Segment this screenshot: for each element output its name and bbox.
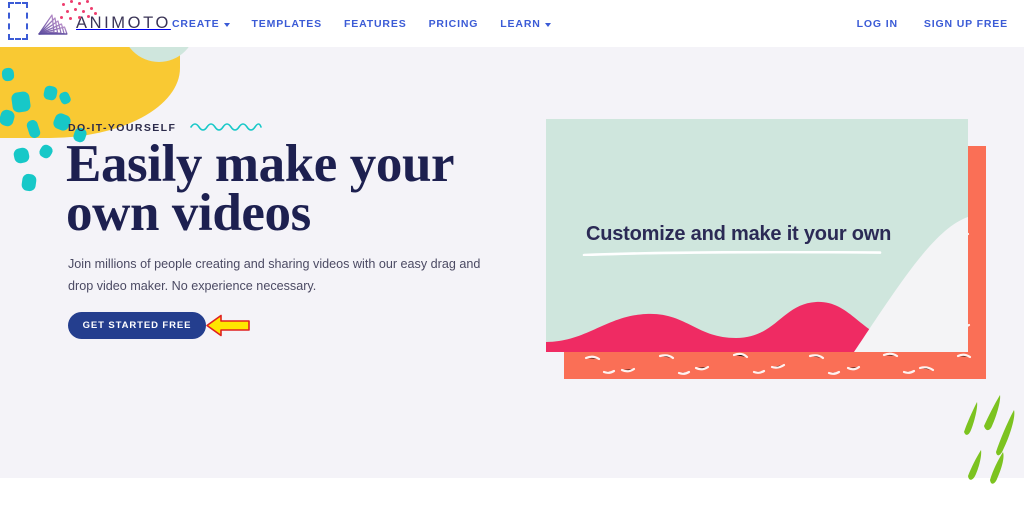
- nav-link-create[interactable]: CREATE: [172, 18, 230, 30]
- log-in-link[interactable]: LOG IN: [857, 18, 898, 30]
- hero-artwork: Customize and make it your own: [546, 119, 986, 379]
- nav-link-templates-label: TEMPLATES: [251, 17, 322, 30]
- video-preview-card[interactable]: Customize and make it your own: [546, 119, 968, 352]
- sign-up-free-link[interactable]: SIGN UP FREE: [924, 18, 1008, 30]
- nav-link-learn-label: LEARN: [500, 17, 541, 30]
- skip-link-focus-outline[interactable]: [8, 2, 28, 40]
- green-brush-strokes-decoration: [950, 390, 1024, 500]
- nav-link-pricing-label: PRICING: [428, 17, 479, 30]
- nav-link-features[interactable]: FEATURES: [344, 18, 407, 30]
- white-underline-stroke: [582, 251, 882, 256]
- nav-link-pricing[interactable]: PRICING: [429, 18, 479, 30]
- nav-link-learn[interactable]: LEARN: [500, 17, 551, 30]
- chevron-down-icon: [544, 22, 551, 27]
- animoto-logo-link[interactable]: ANIMOTO: [36, 5, 168, 41]
- account-nav-links: LOG IN SIGN UP FREE: [857, 0, 1008, 47]
- nav-link-templates[interactable]: TEMPLATES: [252, 18, 322, 30]
- annotation-arrow-icon: [204, 312, 252, 339]
- nav-link-create-label: CREATE: [172, 17, 220, 30]
- chevron-down-icon: [223, 22, 230, 27]
- primary-nav-links: CREATE TEMPLATES FEATURES PRICING LEARN: [172, 0, 551, 47]
- page-root: ANIMOTO CREATE TEMPLATES FEATURES PRICIN…: [0, 0, 1024, 515]
- hero-eyebrow-label: DO-IT-YOURSELF: [68, 122, 177, 134]
- nav-link-features-label: FEATURES: [343, 17, 407, 30]
- get-started-free-button[interactable]: GET STARTED FREE: [68, 312, 206, 339]
- top-navigation-bar: ANIMOTO CREATE TEMPLATES FEATURES PRICIN…: [0, 0, 1024, 47]
- hero-subcopy: Join millions of people creating and sha…: [68, 257, 481, 293]
- animoto-wordmark: ANIMOTO: [76, 13, 171, 32]
- animoto-fan-logo-icon: [36, 9, 70, 37]
- hero-headline: Easily make your own videos: [66, 138, 496, 240]
- hero-headline-line-2: own videos: [66, 184, 311, 242]
- card-headline-text: Customize and make it your own: [586, 223, 892, 245]
